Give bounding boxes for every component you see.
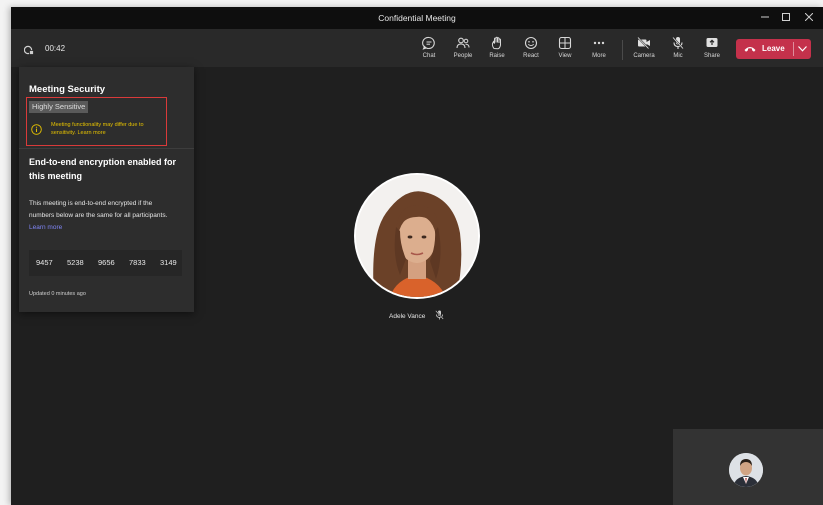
more-button[interactable]: More <box>582 34 616 64</box>
encryption-code: 7833 <box>129 258 146 267</box>
people-label: People <box>453 53 473 59</box>
e2e-title: End-to-end encryption enabled for this m… <box>29 157 177 181</box>
camera-off-icon <box>637 36 650 50</box>
camera-button[interactable]: Camera <box>627 34 661 64</box>
chevron-down-icon <box>798 46 807 52</box>
panel-divider <box>19 148 194 149</box>
share-label: Share <box>703 53 720 59</box>
leave-button[interactable]: Leave <box>736 39 793 59</box>
sensitivity-label-badge: Highly Sensitive <box>29 101 89 113</box>
e2e-description-text: This meeting is end-to-end encrypted if … <box>29 200 168 219</box>
e2e-description: This meeting is end-to-end encrypted if … <box>29 198 179 234</box>
leave-button-group: Leave <box>736 39 811 59</box>
chat-label: Chat <box>422 53 436 59</box>
self-avatar <box>729 453 763 487</box>
encryption-codes: 9457 5238 9656 7833 3149 <box>29 250 182 276</box>
title-bar: Confidential Meeting <box>11 7 823 29</box>
participant-avatar[interactable] <box>356 175 478 297</box>
participant-name: Adele Vance <box>389 313 426 320</box>
meeting-info-icon[interactable] <box>24 45 34 55</box>
raise-hand-button[interactable]: Raise <box>480 34 514 64</box>
encryption-code: 9457 <box>36 258 53 267</box>
leave-label: Leave <box>762 44 785 53</box>
leave-options-button[interactable] <box>794 39 811 59</box>
camera-label: Camera <box>633 53 655 59</box>
panel-title: Meeting Security <box>29 84 106 95</box>
toolbar-divider <box>622 40 623 60</box>
teams-meeting-window: Confidential Meeting 00:42 Chat People R… <box>11 7 823 505</box>
people-button[interactable]: People <box>446 34 480 64</box>
window-title: Confidential Meeting <box>378 13 456 23</box>
meeting-toolbar: 00:42 Chat People Raise React View More <box>11 29 823 67</box>
share-icon <box>706 38 718 47</box>
minimize-button[interactable] <box>757 10 773 26</box>
updated-timestamp: Updated 0 minutes ago <box>29 291 86 297</box>
close-window-button[interactable] <box>801 10 817 26</box>
encryption-code: 9656 <box>98 258 115 267</box>
raise-hand-icon <box>491 36 501 50</box>
info-warning-icon <box>31 124 42 135</box>
encryption-code: 5238 <box>67 258 84 267</box>
raise-label: Raise <box>489 53 505 59</box>
more-label: More <box>592 53 606 59</box>
react-label: React <box>523 53 539 59</box>
chat-button[interactable]: Chat <box>412 34 446 64</box>
chat-icon <box>422 36 435 50</box>
people-icon <box>456 37 470 49</box>
sensitivity-warning: Meeting functionality may differ due to … <box>51 122 165 137</box>
self-view-tile[interactable] <box>673 429 823 505</box>
warning-learn-more-link[interactable]: Learn more <box>78 130 106 136</box>
react-button[interactable]: React <box>514 34 548 64</box>
view-label: View <box>558 53 572 59</box>
meeting-security-panel: Meeting Security Highly Sensitive Meetin… <box>19 67 194 312</box>
share-button[interactable]: Share <box>695 34 729 64</box>
hang-up-icon <box>744 47 756 52</box>
encryption-code: 3149 <box>160 258 177 267</box>
maximize-button[interactable] <box>778 10 794 26</box>
more-dots-icon <box>593 41 605 45</box>
mic-button[interactable]: Mic <box>661 34 695 64</box>
meeting-timer: 00:42 <box>45 44 66 53</box>
mic-label: Mic <box>673 53 683 59</box>
view-grid-icon <box>558 36 572 50</box>
mic-off-icon <box>672 36 684 50</box>
e2e-learn-more-link[interactable]: Learn more <box>29 224 62 231</box>
view-button[interactable]: View <box>548 34 582 64</box>
react-smiley-icon <box>524 36 538 50</box>
participant-mic-muted-icon <box>435 310 444 320</box>
